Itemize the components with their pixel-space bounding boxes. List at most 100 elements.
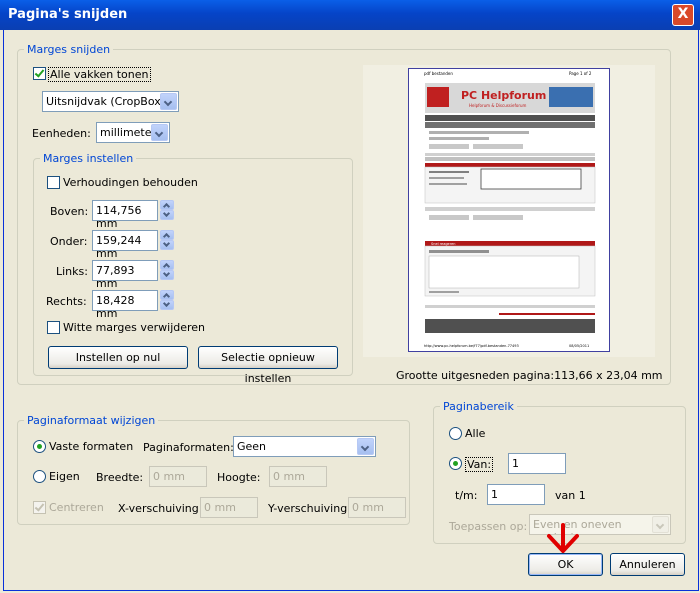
width-input[interactable]: 0 mm	[149, 466, 207, 487]
chevron-down-icon[interactable]	[160, 93, 177, 110]
top-margin-spinner[interactable]	[160, 200, 174, 220]
left-margin-label: Links:	[56, 265, 88, 278]
page-count-label: van 1	[555, 489, 586, 502]
spin-down-icon[interactable]	[160, 300, 174, 310]
preview-line	[429, 291, 459, 293]
y-offset-label: Y-verschuiving:	[268, 502, 351, 515]
x-offset-label: X-verschuiving:	[118, 502, 203, 515]
top-margin-input[interactable]: 114,756 mm	[92, 200, 158, 230]
y-offset-input[interactable]: 0 mm	[348, 497, 406, 518]
height-label: Hoogte:	[217, 471, 261, 484]
spin-up-icon[interactable]	[160, 200, 174, 210]
right-margin-input[interactable]: 18,428 mm	[92, 290, 158, 320]
fixed-sizes-radio[interactable]	[33, 440, 46, 453]
x-offset-value: 0 mm	[204, 501, 236, 514]
close-button[interactable]: X	[672, 4, 694, 26]
fixed-sizes-label: Vaste formaten	[49, 440, 134, 453]
red-arrow-annotation	[547, 523, 579, 553]
preview-line	[429, 171, 469, 173]
units-select[interactable]: millimeter	[96, 122, 170, 143]
top-margin-label: Boven:	[50, 205, 89, 218]
crop-margins-legend: Marges snijden	[27, 43, 111, 56]
keep-ratio-label: Verhoudingen behouden	[63, 176, 198, 189]
keep-ratio-checkbox[interactable]	[47, 176, 60, 189]
width-value: 0 mm	[153, 470, 185, 483]
box-type-select[interactable]: Uitsnijdvak (CropBox)	[42, 91, 179, 112]
units-value: millimeter	[100, 126, 157, 139]
preview-button	[473, 144, 523, 149]
height-value: 0 mm	[273, 470, 305, 483]
spin-down-icon[interactable]	[160, 270, 174, 280]
post-header-bar	[425, 163, 595, 167]
spin-down-icon[interactable]	[160, 210, 174, 220]
reset-selection-button[interactable]: Selectie opnieuw instellen	[198, 346, 338, 385]
preview-footer-left: http://www.pc-helpforum.be/f77/pdf-besta…	[424, 344, 519, 348]
right-margin-value: 18,428 mm	[96, 294, 135, 320]
crop-size-caption: Grootte uitgesneden pagina:113,66 x 23,0…	[396, 369, 663, 382]
from-page-radio[interactable]	[449, 457, 462, 470]
forum-subnav	[425, 122, 595, 128]
preview-header-left: pdf bestanden	[424, 71, 453, 76]
forum-tagline: Helpforum & Discussieforum	[469, 103, 526, 108]
y-offset-value: 0 mm	[352, 501, 384, 514]
from-page-label[interactable]: Van:	[465, 457, 494, 472]
box-type-value: Uitsnijdvak (CropBox)	[46, 95, 166, 108]
remove-white-margins-checkbox[interactable]	[47, 321, 60, 334]
top-margin-value: 114,756 mm	[96, 204, 142, 230]
show-all-boxes-checkbox[interactable]	[33, 67, 46, 80]
chevron-down-icon[interactable]	[357, 438, 374, 455]
center-checkbox[interactable]	[33, 501, 46, 514]
page-preview: pdf bestanden Page 1 of 2 PC Helpforum H…	[363, 65, 655, 357]
forum-logo-icon	[427, 87, 449, 107]
chevron-down-icon[interactable]	[652, 516, 669, 533]
custom-size-radio[interactable]	[33, 470, 46, 483]
left-margin-input[interactable]: 77,893 mm	[92, 260, 158, 290]
all-pages-radio[interactable]	[449, 427, 462, 440]
bottom-margin-spinner[interactable]	[160, 230, 174, 250]
preview-line	[425, 207, 595, 211]
preview-button	[429, 215, 469, 220]
spin-up-icon[interactable]	[160, 230, 174, 240]
center-label: Centreren	[49, 501, 104, 514]
from-page-input[interactable]: 1	[508, 453, 566, 474]
show-all-boxes-label[interactable]: Alle vakken tonen	[48, 67, 151, 82]
to-page-input[interactable]: 1	[487, 484, 545, 505]
reply-header-text: Snel reageren	[431, 242, 455, 246]
x-offset-input[interactable]: 0 mm	[200, 497, 258, 518]
spin-up-icon[interactable]	[160, 290, 174, 300]
preview-toolbar	[425, 157, 595, 161]
title-bar: Pagina's snijden X	[0, 0, 700, 30]
right-margin-label: Rechts:	[46, 295, 87, 308]
preview-line	[499, 313, 595, 315]
preview-button	[429, 144, 469, 149]
page-size-legend: Paginaformaat wijzigen	[27, 414, 156, 427]
preview-header-right: Page 1 of 2	[569, 71, 592, 76]
preview-selection-box	[480, 168, 582, 190]
preview-line	[429, 177, 464, 179]
window-title: Pagina's snijden	[8, 7, 128, 22]
height-input[interactable]: 0 mm	[269, 466, 327, 487]
apply-to-label: Toepassen op:	[449, 520, 528, 533]
to-page-label: t/m:	[455, 489, 478, 502]
spin-down-icon[interactable]	[160, 240, 174, 250]
dialog-body: Marges snijden Alle vakken tonen Uitsnij…	[3, 30, 699, 591]
left-margin-spinner[interactable]	[160, 260, 174, 280]
preview-line	[425, 153, 595, 156]
remove-white-margins-label: Witte marges verwijderen	[63, 321, 206, 334]
breadcrumb-line	[429, 137, 489, 140]
preview-footer-right: 08/05/2011	[569, 344, 589, 348]
page-range-legend: Paginabereik	[443, 400, 514, 413]
bottom-margin-input[interactable]: 159,244 mm	[92, 230, 158, 260]
reset-to-zero-button[interactable]: Instellen op nul	[48, 346, 188, 369]
breadcrumb-line	[429, 131, 529, 134]
right-margin-spinner[interactable]	[160, 290, 174, 310]
spin-up-icon[interactable]	[160, 260, 174, 270]
page-formats-select[interactable]: Geen	[233, 436, 376, 457]
chevron-down-icon[interactable]	[151, 124, 168, 141]
ok-button[interactable]: OK	[528, 553, 603, 576]
editor-textarea	[428, 255, 580, 289]
forum-navbar	[425, 115, 595, 121]
preview-page: pdf bestanden Page 1 of 2 PC Helpforum H…	[408, 68, 610, 352]
cancel-button[interactable]: Annuleren	[610, 553, 685, 576]
preview-line	[425, 305, 595, 308]
